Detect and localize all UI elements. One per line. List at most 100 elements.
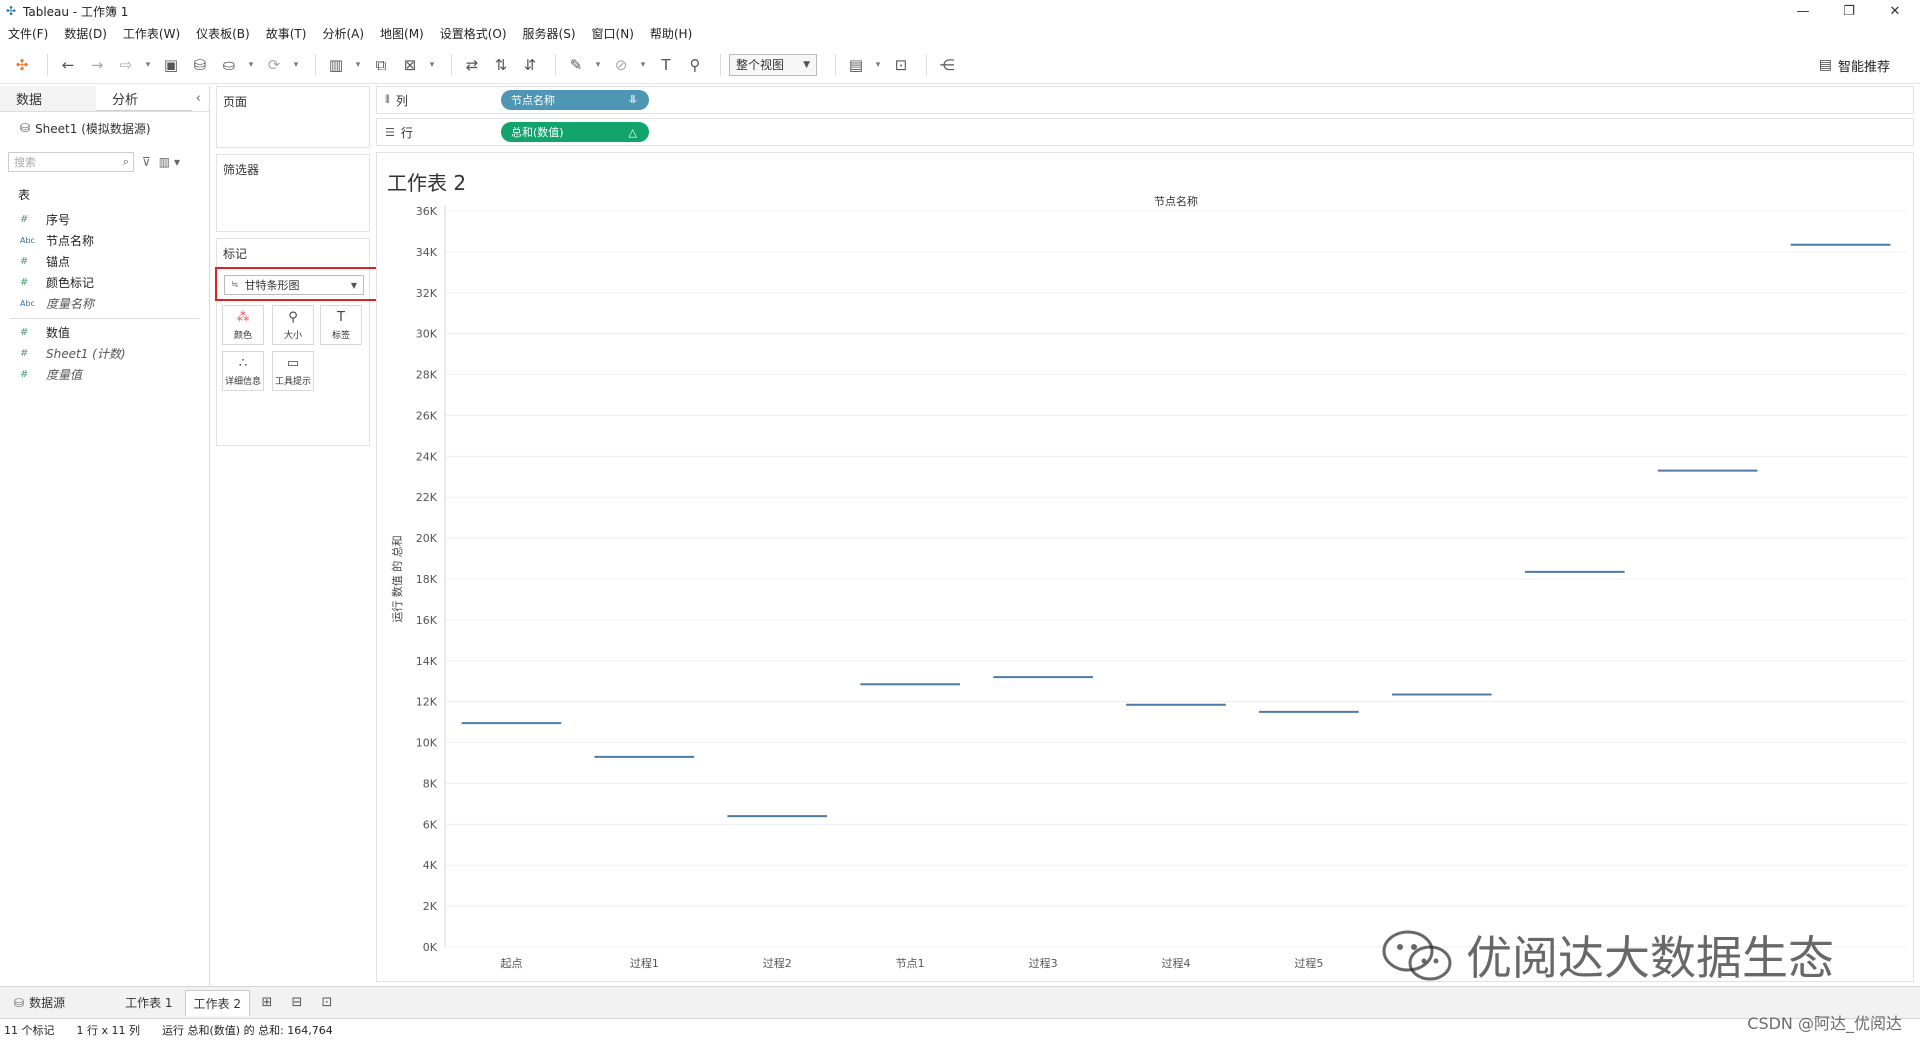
sort-ascending-icon[interactable]: ⇅ [489, 53, 513, 77]
highlight-icon[interactable]: ✎ [564, 53, 588, 77]
presentation-mode-icon[interactable]: ⊡ [889, 53, 913, 77]
pages-card[interactable]: 页面 [216, 86, 370, 148]
rows-shelf-label: 行 [400, 125, 413, 140]
new-sheet-dropdown-icon[interactable]: ▾ [353, 53, 363, 77]
status-marks: 11 个标记 [4, 1024, 55, 1037]
menu-analysis[interactable]: 分析(A) [322, 25, 364, 42]
menu-format[interactable]: 设置格式(O) [440, 25, 507, 42]
field-item[interactable]: # 数值 [0, 322, 209, 343]
size-button[interactable]: ⚲ 大小 [272, 305, 314, 345]
replay-icon[interactable]: ⇨ [114, 53, 138, 77]
pause-update-icon[interactable]: ⛀ [217, 53, 241, 77]
new-worksheet-icon[interactable]: ▥ [324, 53, 348, 77]
menu-file[interactable]: 文件(F) [8, 25, 48, 42]
measure-list: # 数值 # Sheet1 (计数) # 度量值 [0, 322, 209, 385]
label-button[interactable]: T 标签 [320, 305, 362, 345]
field-item[interactable]: Abc 节点名称 [0, 230, 209, 251]
toolbar-divider [720, 53, 721, 76]
toolbar-divider [835, 53, 836, 76]
search-input[interactable]: 搜索 ⌕ [8, 152, 134, 172]
data-pane-tabs: 数据 分析 ‹ [0, 86, 209, 112]
detail-button[interactable]: ∴ 详细信息 [222, 351, 264, 391]
duplicate-sheet-icon[interactable]: ⧉ [369, 53, 393, 77]
collapse-pane-icon[interactable]: ‹ [196, 86, 201, 111]
chevron-down-icon: ▼ [803, 59, 810, 70]
clear-dropdown-icon[interactable]: ▾ [427, 53, 437, 77]
field-item[interactable]: # 序号 [0, 209, 209, 230]
tab-data-label: 数据 [16, 93, 43, 108]
sheet-tab-2[interactable]: 工作表 2 [184, 989, 250, 1016]
filter-icon[interactable]: ⊽ [142, 155, 151, 169]
clear-sheet-icon[interactable]: ⊠ [398, 53, 422, 77]
menu-story[interactable]: 故事(T) [266, 25, 307, 42]
menu-help[interactable]: 帮助(H) [650, 25, 692, 42]
size-icon: ⚲ [288, 309, 298, 325]
show-me-button[interactable]: ▤ 智能推荐 [1819, 46, 1890, 84]
replay-dropdown-icon[interactable]: ▾ [143, 53, 153, 77]
field-item[interactable]: # 度量值 [0, 364, 209, 385]
columns-shelf[interactable]: ⦀ 列 节点名称 ⥥ [376, 86, 1914, 114]
save-icon[interactable]: ▣ [159, 53, 183, 77]
text-icon: T [337, 309, 345, 325]
field-item[interactable]: # 颜色标记 [0, 272, 209, 293]
label-label: 标签 [331, 330, 350, 341]
menu-dashboard[interactable]: 仪表板(B) [196, 25, 250, 42]
columns-pill[interactable]: 节点名称 ⥥ [501, 90, 649, 110]
columns-pill-label: 节点名称 [511, 94, 555, 107]
rows-pill[interactable]: 总和(数值) △ [501, 122, 649, 142]
y-tick-label: 22K [416, 491, 438, 504]
sort-descending-icon[interactable]: ⇵ [518, 53, 542, 77]
new-worksheet-icon[interactable]: ⊞ [254, 990, 280, 1016]
data-pane: 数据 分析 ‹ ⛁ Sheet1 (模拟数据源) 搜索 ⌕ ⊽ ▥ ▾ 表 # 序… [0, 86, 210, 986]
field-item[interactable]: # Sheet1 (计数) [0, 343, 209, 364]
tooltip-label: 工具提示 [274, 376, 311, 387]
tab-analysis[interactable]: 分析 [96, 86, 192, 111]
fix-axes-icon[interactable]: ⚲ [683, 53, 707, 77]
datasource-tab[interactable]: ⛁ 数据源 [6, 990, 73, 1016]
minimize-icon[interactable]: — [1780, 0, 1826, 22]
new-datasource-icon[interactable]: ⛁ [188, 53, 212, 77]
refresh-icon[interactable]: ⟳ [262, 53, 286, 77]
field-item[interactable]: Abc 度量名称 [0, 293, 209, 314]
y-tick-label: 28K [416, 369, 438, 382]
menu-window[interactable]: 窗口(N) [592, 25, 634, 42]
datasource-item[interactable]: ⛁ Sheet1 (模拟数据源) [0, 116, 209, 140]
highlight-dropdown-icon[interactable]: ▾ [593, 53, 603, 77]
menu-worksheet[interactable]: 工作表(W) [123, 25, 180, 42]
rows-shelf[interactable]: ☰ 行 总和(数值) △ [376, 118, 1914, 146]
refresh-dropdown-icon[interactable]: ▾ [291, 53, 301, 77]
undo-icon[interactable]: ← [56, 53, 80, 77]
datasource-dropdown-icon[interactable]: ▾ [246, 53, 256, 77]
menu-data[interactable]: 数据(D) [64, 25, 107, 42]
new-dashboard-icon[interactable]: ⊟ [284, 990, 310, 1016]
group-dropdown-icon[interactable]: ▾ [638, 53, 648, 77]
show-me-icon: ▤ [1818, 57, 1832, 73]
redo-icon[interactable]: → [85, 53, 109, 77]
view-size-select[interactable]: 整个视图 ▼ [729, 53, 817, 76]
group-icon[interactable]: ⊘ [609, 53, 633, 77]
show-labels-icon[interactable]: T [654, 53, 678, 77]
field-item[interactable]: # 锚点 [0, 251, 209, 272]
view-options-icon[interactable]: ▥ ▾ [159, 155, 180, 169]
detail-label: 详细信息 [224, 376, 261, 387]
show-cards-icon[interactable]: ▤ [844, 53, 868, 77]
restore-icon[interactable]: ❐ [1826, 0, 1872, 22]
menu-map[interactable]: 地图(M) [380, 25, 424, 42]
share-icon[interactable]: ⋲ [935, 53, 959, 77]
swap-icon[interactable]: ⇄ [460, 53, 484, 77]
new-story-icon[interactable]: ⊡ [314, 990, 340, 1016]
y-tick-label: 32K [416, 287, 438, 300]
color-button[interactable]: ⁂ 颜色 [222, 305, 264, 345]
rows-icon: ☰ [385, 125, 395, 139]
wechat-icon [1382, 930, 1452, 981]
tableau-home-icon[interactable]: ✣ [10, 53, 34, 77]
x-tick-label: 过程1 [630, 957, 659, 970]
tooltip-button[interactable]: ▭ 工具提示 [272, 351, 314, 391]
filters-card[interactable]: 筛选器 [216, 154, 370, 232]
table-calc-icon: △ [628, 125, 637, 139]
close-icon[interactable]: ✕ [1872, 0, 1918, 22]
sheet-tab-1[interactable]: 工作表 1 [117, 990, 180, 1016]
menu-server[interactable]: 服务器(S) [523, 25, 576, 42]
tab-data[interactable]: 数据 [0, 86, 96, 111]
cards-dropdown-icon[interactable]: ▾ [873, 53, 883, 77]
